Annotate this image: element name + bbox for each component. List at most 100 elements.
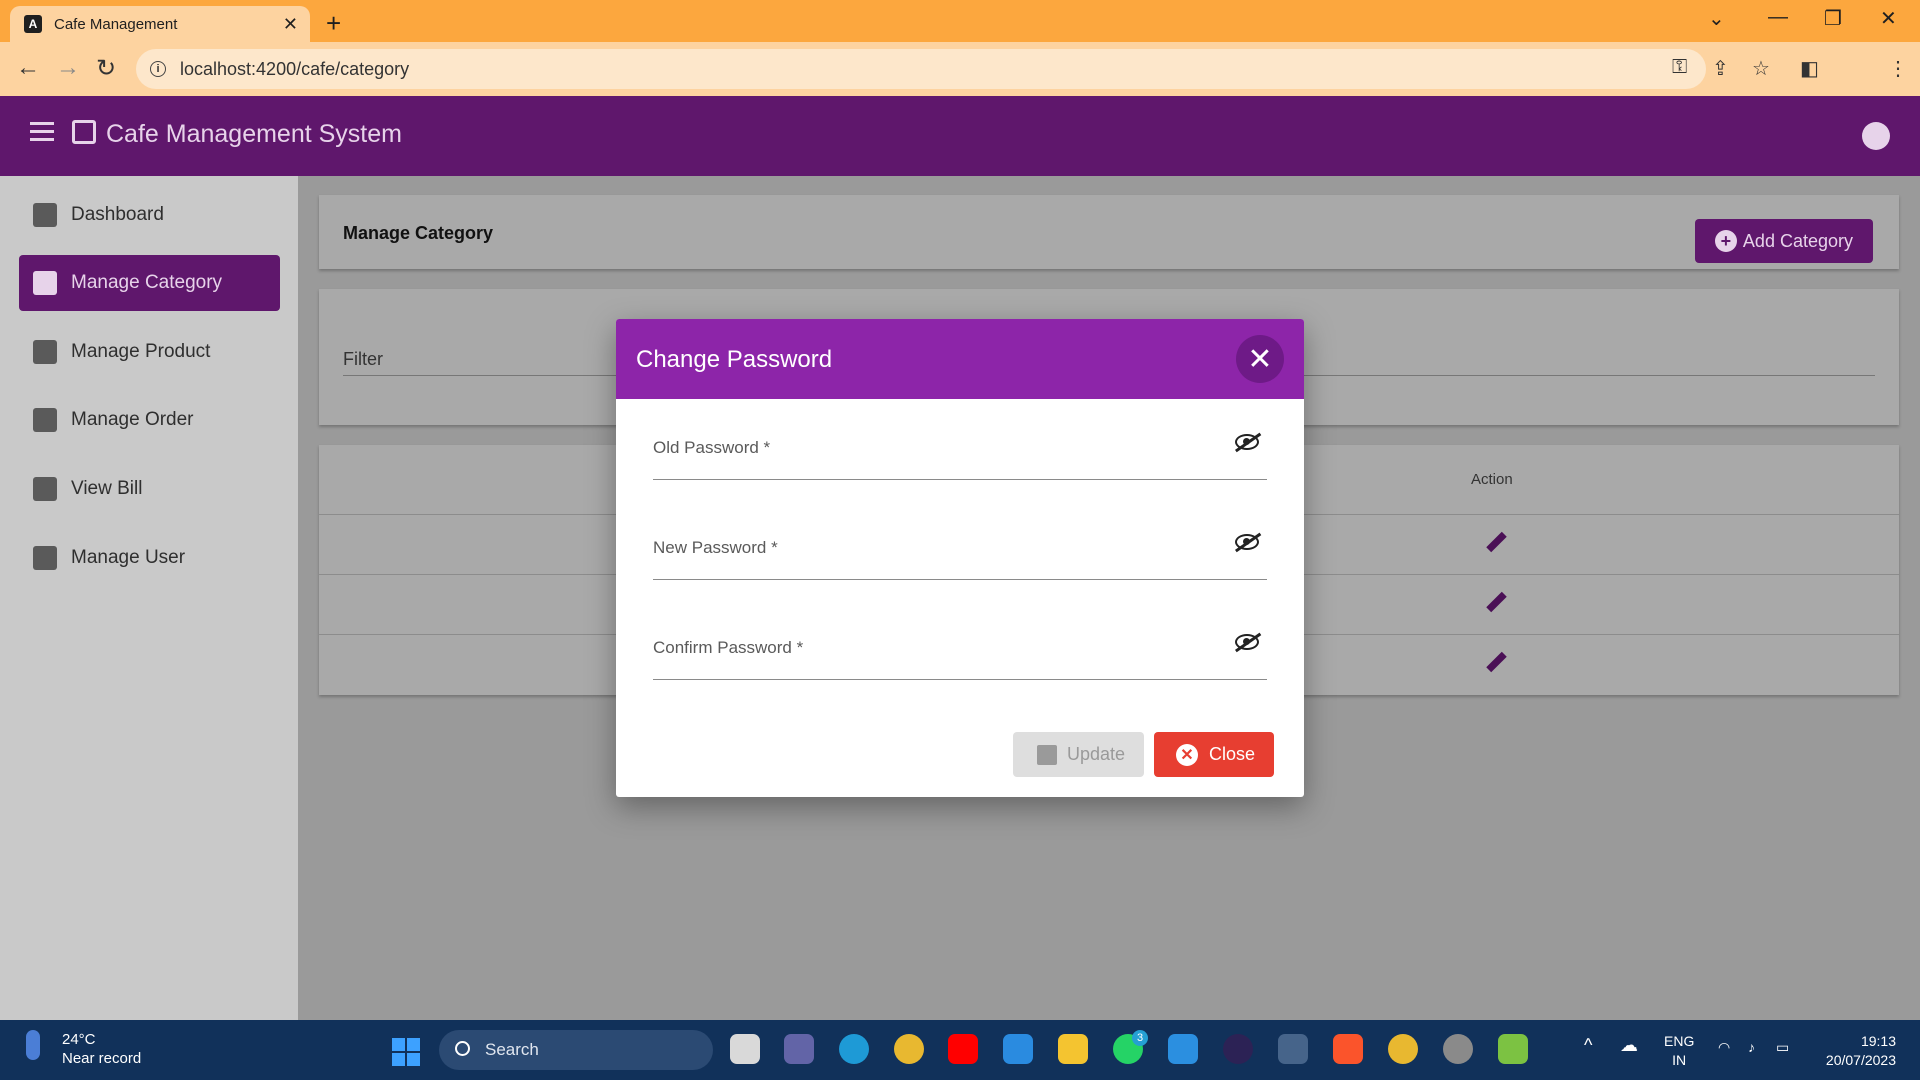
windows-taskbar: 24°C Near record Search 3 ^ ☁ ENG IN ◠ ♪… xyxy=(0,1020,1920,1080)
mysql-workbench-icon[interactable] xyxy=(1278,1034,1308,1064)
tray-expand-icon[interactable]: ^ xyxy=(1584,1036,1592,1055)
side-panel-icon[interactable]: ◧ xyxy=(1800,56,1819,81)
field-underline xyxy=(653,479,1267,480)
sidebar-item-manage-order[interactable]: Manage Order xyxy=(19,392,280,448)
sidebar-item-manage-category[interactable]: Manage Category xyxy=(19,255,280,311)
back-icon[interactable]: ← xyxy=(16,54,40,82)
youtube-icon[interactable] xyxy=(948,1034,978,1064)
clock-date: 20/07/2023 xyxy=(1825,1052,1896,1068)
tab-close-icon[interactable]: ✕ xyxy=(283,14,298,35)
clock[interactable]: 19:13 20/07/2023 xyxy=(1816,1032,1896,1070)
inventory-icon xyxy=(33,340,57,364)
action-column-header: Action xyxy=(1471,471,1513,488)
browser-tab-bar: A Cafe Management ✕ + ⌄ — ❐ ✕ xyxy=(0,0,1920,42)
confirm-password-label: Confirm Password * xyxy=(653,638,804,657)
onedrive-icon[interactable]: ☁ xyxy=(1620,1036,1638,1055)
teams-icon[interactable] xyxy=(784,1034,814,1064)
taskbar-search-label: Search xyxy=(485,1040,539,1059)
edit-icon[interactable] xyxy=(1487,531,1505,557)
restore-icon[interactable]: ❐ xyxy=(1824,6,1842,31)
add-category-label: Add Category xyxy=(1742,230,1853,251)
store-icon xyxy=(72,120,96,144)
angular-favicon-icon: A xyxy=(24,15,42,33)
lang-line-2: IN xyxy=(1672,1052,1687,1068)
filter-input[interactable]: Filter xyxy=(343,349,383,370)
address-bar[interactable]: i localhost:4200/cafe/category xyxy=(136,49,1706,89)
bill-icon xyxy=(33,477,57,501)
page-header-card: Manage Category + Add Category xyxy=(319,195,1899,269)
edge-icon[interactable] xyxy=(839,1034,869,1064)
share-icon[interactable]: ⇪ xyxy=(1712,56,1729,81)
vscode-icon[interactable] xyxy=(1168,1034,1198,1064)
language-indicator[interactable]: ENG IN xyxy=(1664,1032,1694,1070)
new-tab-icon[interactable]: + xyxy=(326,8,341,39)
windows-start-icon[interactable] xyxy=(392,1038,420,1066)
visibility-off-icon[interactable] xyxy=(1235,634,1259,650)
browser-toolbar: ← → ↻ i localhost:4200/cafe/category ⚿ ⇪… xyxy=(0,42,1920,123)
dialog-close-icon[interactable]: ✕ xyxy=(1236,335,1284,383)
page-title: Manage Category xyxy=(343,223,494,243)
add-circle-icon: + xyxy=(1714,230,1737,252)
bookmark-star-icon[interactable]: ☆ xyxy=(1752,56,1770,81)
sidebar-item-manage-product[interactable]: Manage Product xyxy=(19,324,280,380)
app-title: Cafe Management System xyxy=(106,120,402,148)
brave-icon[interactable] xyxy=(1333,1034,1363,1064)
whatsapp-badge: 3 xyxy=(1132,1030,1148,1046)
settings-icon[interactable] xyxy=(1443,1034,1473,1064)
chrome-active-icon[interactable] xyxy=(1388,1034,1418,1064)
field-underline xyxy=(653,679,1267,680)
add-category-button[interactable]: + Add Category xyxy=(1694,219,1873,263)
battery-icon[interactable]: ▭ xyxy=(1776,1038,1789,1057)
change-password-dialog: Change Password ✕ Old Password * New Pas… xyxy=(616,319,1304,797)
update-label: Update xyxy=(1067,744,1126,764)
weather-widget[interactable]: 24°C Near record xyxy=(26,1030,141,1068)
close-button[interactable]: ✕ Close xyxy=(1154,732,1274,777)
hamburger-menu-icon[interactable] xyxy=(30,122,54,146)
task-view-icon[interactable] xyxy=(730,1034,760,1064)
sidebar-item-view-bill[interactable]: View Bill xyxy=(19,461,280,517)
app-header: Cafe Management System xyxy=(0,96,1920,176)
browser-tab[interactable]: A Cafe Management ✕ xyxy=(10,6,310,42)
account-circle-icon[interactable] xyxy=(1862,122,1890,150)
clock-time: 19:13 xyxy=(1860,1033,1896,1049)
sidebar-item-dashboard[interactable]: Dashboard xyxy=(19,187,280,243)
browser-menu-icon[interactable]: ⋮ xyxy=(1888,56,1908,81)
weather-temp: 24°C xyxy=(62,1031,96,1048)
sidebar-item-label: Manage Category xyxy=(71,272,223,293)
url-text: localhost:4200/cafe/category xyxy=(180,58,410,79)
dialog-title: Change Password xyxy=(636,346,833,373)
visibility-off-icon[interactable] xyxy=(1235,534,1259,550)
sidebar-item-label: Manage Product xyxy=(71,341,211,362)
chrome-icon[interactable] xyxy=(894,1034,924,1064)
old-password-field[interactable]: Old Password * xyxy=(653,420,1267,480)
edit-icon[interactable] xyxy=(1487,651,1505,677)
reload-icon[interactable]: ↻ xyxy=(96,54,116,83)
window-close-icon[interactable]: ✕ xyxy=(1880,6,1897,31)
file-explorer-icon[interactable] xyxy=(1058,1034,1088,1064)
field-underline xyxy=(653,579,1267,580)
wifi-icon[interactable]: ◠ xyxy=(1718,1038,1730,1057)
edit-icon[interactable] xyxy=(1487,591,1505,617)
mail-icon[interactable] xyxy=(1003,1034,1033,1064)
new-password-field[interactable]: New Password * xyxy=(653,520,1267,580)
visibility-off-icon[interactable] xyxy=(1235,434,1259,450)
git-tool-icon[interactable] xyxy=(1498,1034,1528,1064)
thermometer-icon xyxy=(26,1030,40,1060)
password-key-icon[interactable]: ⚿ xyxy=(1672,56,1687,79)
lang-line-1: ENG xyxy=(1664,1033,1695,1049)
minimize-icon[interactable]: — xyxy=(1768,6,1788,29)
eclipse-icon[interactable] xyxy=(1223,1034,1253,1064)
tab-search-icon[interactable]: ⌄ xyxy=(1708,6,1725,31)
volume-icon[interactable]: ♪ xyxy=(1748,1038,1755,1057)
shopping-cart-icon xyxy=(33,408,57,432)
site-info-icon[interactable]: i xyxy=(150,61,166,77)
sidebar-item-label: Manage User xyxy=(71,547,186,568)
close-label: Close xyxy=(1209,744,1256,764)
update-button[interactable]: Update xyxy=(1013,732,1144,777)
sidebar-item-manage-user[interactable]: Manage User xyxy=(19,530,280,586)
category-icon xyxy=(33,271,57,295)
taskbar-search[interactable]: Search xyxy=(439,1030,713,1070)
confirm-password-field[interactable]: Confirm Password * xyxy=(653,620,1267,680)
forward-icon[interactable]: → xyxy=(56,54,80,82)
sidebar-item-label: Manage Order xyxy=(71,409,194,430)
